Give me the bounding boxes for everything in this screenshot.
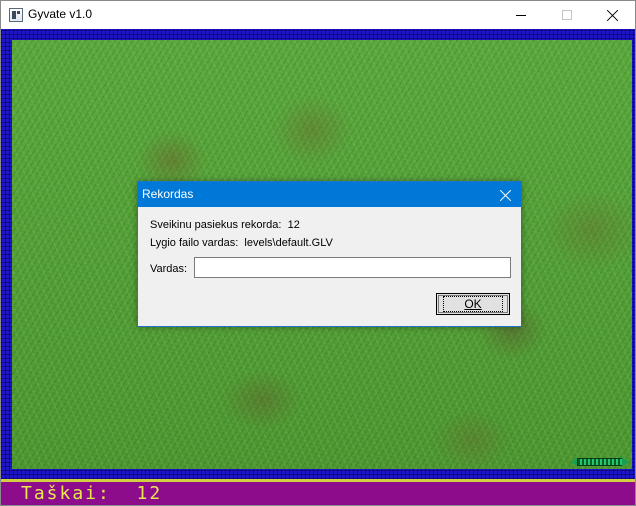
maximize-icon: [562, 10, 572, 20]
snake-head: [622, 457, 629, 467]
app-window: Gyvate v1.0 Taškai: 12 Rekordas Sveikinu…: [0, 0, 636, 506]
minimize-icon: [516, 14, 526, 16]
close-button[interactable]: [590, 1, 636, 29]
snake-body: [577, 458, 623, 466]
record-value: 12: [287, 219, 300, 231]
record-line: Sveikinu pasiekus rekorda: 12: [150, 219, 300, 231]
dialog-close-button[interactable]: [491, 182, 521, 207]
title-bar[interactable]: Gyvate v1.0: [1, 1, 635, 29]
level-line: Lygio failo vardas: levels\default.GLV: [150, 237, 333, 249]
name-label: Vardas:: [150, 263, 188, 275]
maximize-button[interactable]: [544, 1, 590, 29]
ok-button[interactable]: OK: [436, 293, 510, 315]
close-icon: [500, 189, 512, 201]
record-dialog: Rekordas Sveikinu pasiekus rekorda: 12 L…: [137, 181, 522, 327]
name-input[interactable]: [194, 257, 511, 278]
record-label: Sveikinu pasiekus rekorda:: [150, 219, 282, 231]
score-label: Taškai:: [21, 483, 111, 504]
dialog-title-bar[interactable]: Rekordas: [138, 182, 521, 207]
snake: [571, 457, 629, 467]
score-bar: Taškai: 12: [1, 479, 635, 505]
app-window-icon[interactable]: [9, 8, 23, 22]
close-icon: [607, 9, 619, 21]
window-title: Gyvate v1.0: [28, 7, 93, 21]
level-value: levels\default.GLV: [244, 237, 333, 249]
minimize-button[interactable]: [498, 1, 544, 29]
ok-button-label: OK: [443, 296, 503, 312]
score-display: Taškai: 12: [21, 483, 162, 504]
level-label: Lygio failo vardas:: [150, 237, 239, 249]
dialog-title: Rekordas: [142, 187, 194, 201]
score-value: 12: [136, 483, 163, 504]
